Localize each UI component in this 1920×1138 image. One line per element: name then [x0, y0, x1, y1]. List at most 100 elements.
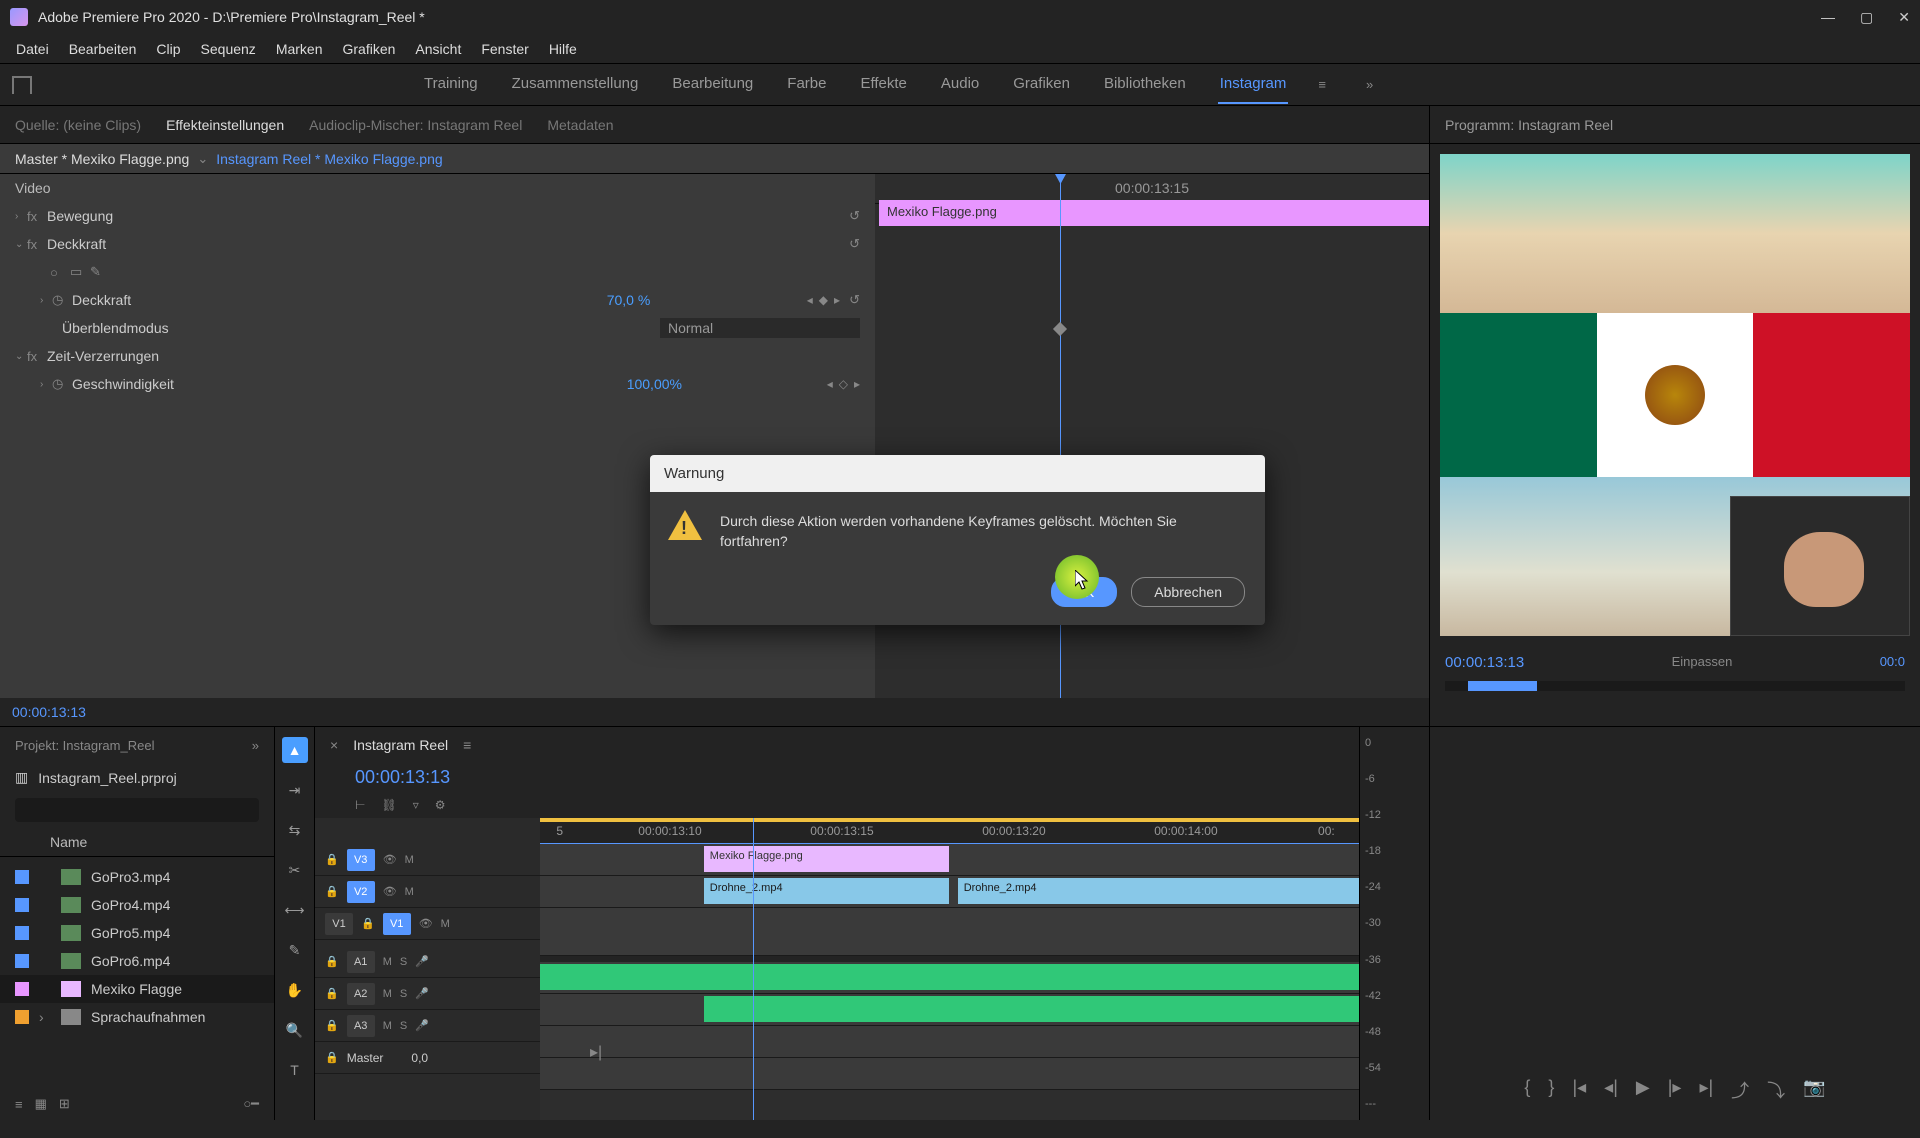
export-frame-icon[interactable]: 📷: [1803, 1077, 1825, 1103]
mask-pen-icon[interactable]: ✎: [90, 264, 110, 280]
reset-icon[interactable]: ↺: [840, 292, 860, 308]
program-title[interactable]: Programm: Instagram Reel: [1445, 117, 1613, 133]
workspace-audio[interactable]: Audio: [939, 65, 981, 104]
timeline-playhead[interactable]: [753, 818, 754, 1120]
lift-icon[interactable]: ⤴: [1731, 1077, 1749, 1103]
pen-tool-icon[interactable]: ✎: [282, 937, 308, 963]
prop-speed[interactable]: Geschwindigkeit: [72, 376, 627, 392]
mark-in-icon[interactable]: {: [1524, 1077, 1530, 1103]
step-fwd-icon[interactable]: |▸: [1668, 1077, 1682, 1103]
track-lock-icon[interactable]: 🔒: [325, 853, 339, 866]
fx-icon[interactable]: fx: [27, 349, 47, 364]
linked-selection-icon[interactable]: ⛓: [381, 798, 396, 812]
program-viewport[interactable]: [1440, 154, 1910, 636]
reset-icon[interactable]: ↺: [840, 236, 860, 252]
twirl-icon[interactable]: ⌄: [15, 239, 27, 250]
workspace-overflow-icon[interactable]: ≡: [1318, 77, 1326, 92]
snap-icon[interactable]: ⊢: [355, 798, 365, 812]
clip-mexiko-flagge[interactable]: Mexiko Flagge.png: [704, 846, 950, 872]
project-item[interactable]: GoPro4.mp4: [0, 891, 274, 919]
mask-rect-icon[interactable]: ▭: [70, 264, 90, 280]
workspace-bibliotheken[interactable]: Bibliotheken: [1102, 65, 1188, 104]
go-to-out-icon[interactable]: ▸|: [1699, 1077, 1713, 1103]
menu-hilfe[interactable]: Hilfe: [539, 36, 587, 62]
workspace-farbe[interactable]: Farbe: [785, 65, 828, 104]
prop-blendmode-value[interactable]: Normal: [660, 318, 860, 338]
clip-audio-a1[interactable]: [540, 964, 1359, 990]
type-tool-icon[interactable]: T: [282, 1057, 308, 1083]
razor-tool-icon[interactable]: ✂: [282, 857, 308, 883]
mark-out-icon[interactable]: }: [1548, 1077, 1554, 1103]
workspace-more-icon[interactable]: »: [1366, 77, 1373, 92]
clip-drohne-left[interactable]: Drohne_2.mp4: [704, 878, 950, 904]
project-item[interactable]: GoPro5.mp4: [0, 919, 274, 947]
timeline-timecode[interactable]: 00:00:13:13: [315, 763, 1359, 792]
project-search-input[interactable]: [15, 798, 259, 822]
chevron-down-icon[interactable]: ⌄: [197, 151, 208, 167]
close-sequence-icon[interactable]: ×: [330, 737, 338, 753]
twirl-icon[interactable]: ›: [40, 295, 52, 306]
minimize-button[interactable]: —: [1821, 9, 1835, 26]
workspace-grafiken[interactable]: Grafiken: [1011, 65, 1072, 104]
extract-icon[interactable]: ⤵: [1767, 1077, 1785, 1103]
menu-marken[interactable]: Marken: [266, 36, 333, 62]
menu-grafiken[interactable]: Grafiken: [333, 36, 406, 62]
go-to-in-icon[interactable]: |◂: [1572, 1077, 1586, 1103]
kf-add-icon[interactable]: ◇: [839, 377, 848, 391]
panel-menu-icon[interactable]: ≡: [463, 737, 471, 753]
kf-next-icon[interactable]: ▸: [854, 377, 860, 391]
project-item-bin[interactable]: ›Sprachaufnahmen: [0, 1003, 274, 1031]
menu-datei[interactable]: Datei: [6, 36, 59, 62]
prop-timeremap[interactable]: Zeit-Verzerrungen: [47, 348, 860, 364]
workspace-effekte[interactable]: Effekte: [858, 65, 908, 104]
timeline-ruler[interactable]: 5 00:00:13:10 00:00:13:15 00:00:13:20 00…: [540, 818, 1359, 844]
project-item[interactable]: GoPro3.mp4: [0, 863, 274, 891]
track-v2-target[interactable]: V2: [347, 881, 375, 903]
tab-audio-mixer[interactable]: Audioclip-Mischer: Instagram Reel: [309, 117, 522, 133]
menu-ansicht[interactable]: Ansicht: [405, 36, 471, 62]
sequence-name[interactable]: Instagram Reel: [353, 737, 448, 753]
track-a2-target[interactable]: A2: [347, 983, 375, 1005]
home-icon[interactable]: [12, 76, 32, 94]
timeline-skip-forward-icon[interactable]: ▸|: [590, 1042, 602, 1062]
twirl-icon[interactable]: ›: [40, 379, 52, 390]
freeform-view-icon[interactable]: ⊞: [59, 1096, 70, 1112]
prop-blendmode[interactable]: Überblendmodus: [62, 320, 660, 336]
clip-drohne-right[interactable]: Drohne_2.mp4: [958, 878, 1359, 904]
ec-sequence-clip[interactable]: Instagram Reel * Mexiko Flagge.png: [216, 151, 442, 167]
mask-ellipse-icon[interactable]: ○: [50, 265, 70, 280]
selection-tool-icon[interactable]: ▲: [282, 737, 308, 763]
prop-opacity-group[interactable]: Deckkraft: [47, 236, 840, 252]
menu-sequenz[interactable]: Sequenz: [191, 36, 266, 62]
stopwatch-icon[interactable]: ◷: [52, 292, 72, 308]
close-button[interactable]: ✕: [1898, 9, 1910, 26]
ok-button[interactable]: OK: [1051, 577, 1117, 607]
workspace-zusammenstellung[interactable]: Zusammenstellung: [510, 65, 641, 104]
track-master[interactable]: Master: [347, 1051, 384, 1065]
program-scrubber[interactable]: [1445, 681, 1905, 691]
track-a3-target[interactable]: A3: [347, 1015, 375, 1037]
menu-bearbeiten[interactable]: Bearbeiten: [59, 36, 147, 62]
track-a1-target[interactable]: A1: [347, 951, 375, 973]
maximize-button[interactable]: ▢: [1860, 9, 1873, 26]
track-v1-source[interactable]: V1: [325, 913, 353, 935]
list-view-icon[interactable]: ≡: [15, 1097, 23, 1112]
clip-audio-a2[interactable]: [704, 996, 1359, 1022]
ripple-edit-tool-icon[interactable]: ⇆: [282, 817, 308, 843]
kf-add-icon[interactable]: ◆: [819, 293, 828, 307]
zoom-slider[interactable]: ○━: [243, 1096, 259, 1112]
prop-opacity[interactable]: Deckkraft: [72, 292, 607, 308]
cancel-button[interactable]: Abbrechen: [1131, 577, 1245, 607]
settings-icon[interactable]: ⚙: [435, 798, 446, 812]
reset-icon[interactable]: ↺: [840, 208, 860, 224]
prop-motion[interactable]: Bewegung: [47, 208, 840, 224]
program-timecode[interactable]: 00:00:13:13: [1445, 654, 1524, 671]
timeline-tracks[interactable]: 5 00:00:13:10 00:00:13:15 00:00:13:20 00…: [540, 818, 1359, 1120]
track-v1-target[interactable]: V1: [383, 913, 411, 935]
kf-prev-icon[interactable]: ◂: [827, 377, 833, 391]
panel-expand-icon[interactable]: »: [252, 738, 259, 753]
kf-prev-icon[interactable]: ◂: [807, 293, 813, 307]
menu-fenster[interactable]: Fenster: [471, 36, 538, 62]
keyframe-marker[interactable]: [1053, 322, 1067, 336]
track-select-tool-icon[interactable]: ⇥: [282, 777, 308, 803]
